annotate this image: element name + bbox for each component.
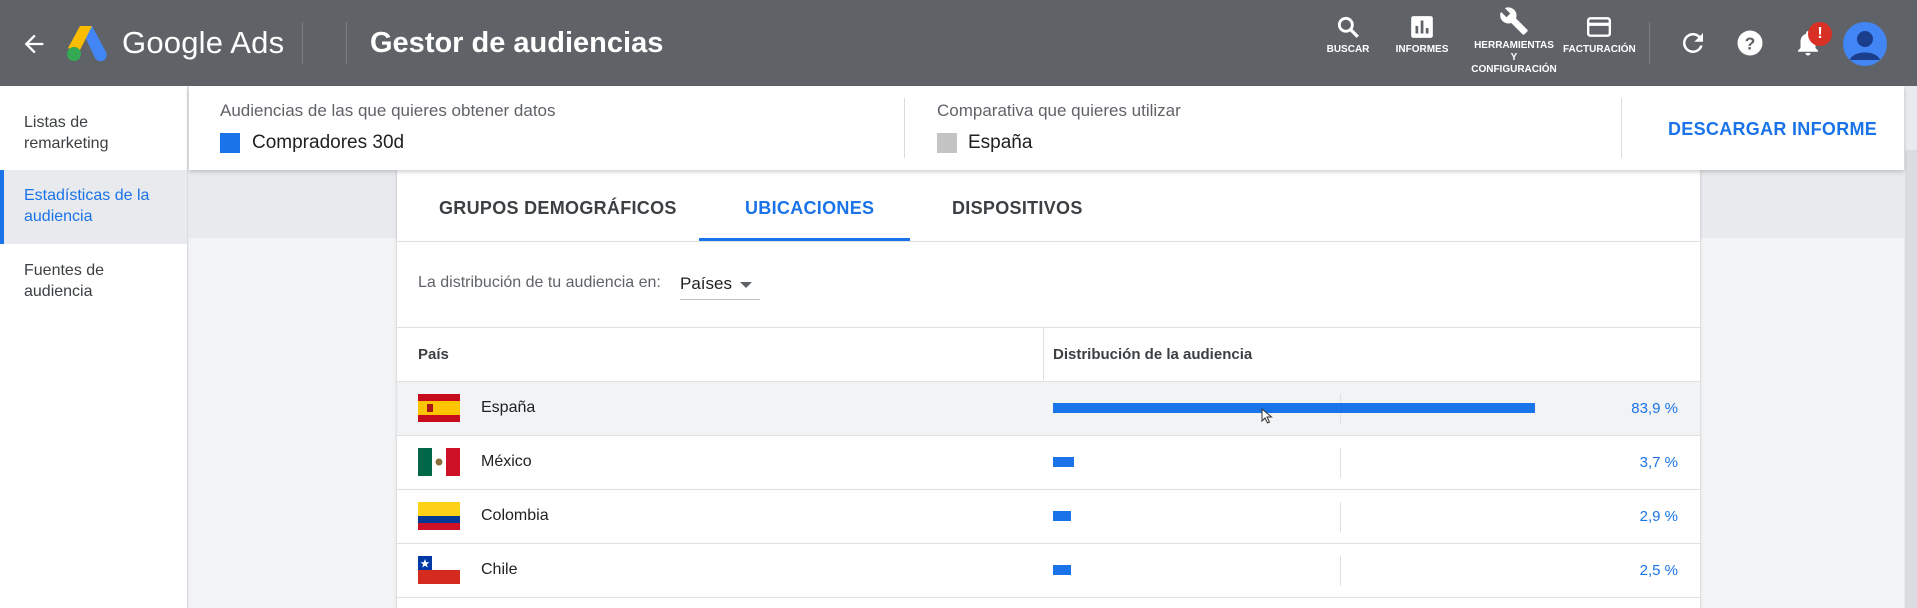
account-avatar[interactable] — [1843, 22, 1887, 66]
distribution-value: 83,9 % — [1631, 400, 1678, 417]
sidebar: Listas de remarketing Estadísticas de la… — [0, 86, 188, 608]
grid-line — [1340, 556, 1341, 586]
search-label: BUSCAR — [1326, 44, 1370, 55]
divider — [397, 241, 1700, 242]
country-name: México — [481, 453, 532, 470]
grid-line — [1340, 448, 1341, 478]
table-row[interactable]: México 3,7 % — [397, 436, 1700, 490]
scrollbar[interactable] — [1905, 150, 1917, 608]
wrench-icon — [1500, 7, 1528, 35]
svg-text:?: ? — [1745, 33, 1756, 53]
comparison-label: Comparativa que quieres utilizar — [937, 101, 1181, 120]
tab-devices[interactable]: DISPOSITIVOS — [952, 198, 1083, 219]
distribution-bar — [1053, 511, 1071, 521]
google-ads-logo-icon — [67, 26, 107, 62]
table-row[interactable]: Colombia 2,9 % — [397, 490, 1700, 544]
tab-demographics[interactable]: GRUPOS DEMOGRÁFICOS — [439, 198, 677, 219]
tab-locations[interactable]: UBICACIONES — [745, 198, 874, 219]
distribution-value: 2,5 % — [1639, 562, 1678, 579]
user-icon — [1850, 31, 1880, 60]
divider — [1649, 22, 1650, 64]
audience-selection-header: Audiencias de las que quieres obtener da… — [189, 86, 1904, 170]
mexico-flag-icon — [418, 448, 460, 476]
audience-color-swatch — [220, 133, 240, 153]
divider — [904, 98, 905, 158]
column-divider — [1043, 328, 1044, 380]
country-name: Colombia — [481, 507, 549, 524]
sidebar-item-audience-sources[interactable]: Fuentes de audiencia — [0, 260, 187, 302]
reports-button[interactable]: INFORMES — [1390, 14, 1454, 56]
distribution-selected: Países — [680, 274, 732, 293]
distribution-dropdown[interactable]: Países — [680, 266, 760, 300]
distribution-bar — [1053, 457, 1074, 467]
comparison-selector[interactable]: España — [968, 132, 1032, 154]
audience-label: Audiencias de las que quieres obtener da… — [220, 101, 556, 120]
brand-name: Google Ads — [122, 25, 285, 60]
billing-button[interactable]: FACTURACIÓN — [1563, 14, 1636, 56]
audience-selector[interactable]: Compradores 30d — [252, 132, 404, 154]
distribution-bar — [1053, 565, 1071, 575]
sidebar-item-remarketing[interactable]: Listas de remarketing — [0, 112, 187, 154]
bar-chart-icon — [1411, 16, 1433, 38]
tools-label: HERRAMIENTAS Y CONFIGURACIÓN — [1471, 40, 1557, 75]
billing-label: FACTURACIÓN — [1563, 44, 1636, 55]
spain-flag-icon — [418, 394, 460, 422]
top-bar: Google Ads Gestor de audiencias BUSCAR I… — [0, 0, 1917, 86]
distribution-bar — [1053, 403, 1535, 413]
comparison-color-swatch — [937, 133, 957, 153]
download-report-button[interactable]: DESCARGAR INFORME — [1668, 119, 1877, 140]
back-arrow-icon[interactable] — [20, 30, 48, 58]
search-icon — [1337, 16, 1359, 38]
refresh-icon[interactable] — [1678, 28, 1708, 58]
search-button[interactable]: BUSCAR — [1323, 14, 1373, 56]
caret-down-icon — [740, 282, 752, 288]
help-icon[interactable]: ? — [1735, 28, 1765, 58]
divider — [302, 22, 303, 64]
notification-badge: ! — [1808, 22, 1832, 46]
divider — [1621, 98, 1622, 158]
credit-card-icon — [1586, 17, 1612, 37]
chile-flag-icon — [418, 556, 460, 584]
sidebar-item-audience-insights[interactable]: Estadísticas de la audiencia — [0, 170, 187, 244]
mouse-cursor-icon — [1261, 408, 1273, 424]
divider — [397, 327, 1700, 328]
country-name: Chile — [481, 561, 518, 578]
column-header-distribution[interactable]: Distribución de la audiencia — [1053, 346, 1252, 363]
tools-button[interactable]: HERRAMIENTAS Y CONFIGURACIÓN — [1470, 6, 1558, 76]
page-title: Gestor de audiencias — [370, 27, 664, 59]
table-row[interactable]: Chile 2,5 % — [397, 544, 1700, 598]
divider — [346, 22, 347, 64]
insights-card: GRUPOS DEMOGRÁFICOS UBICACIONES DISPOSIT… — [397, 170, 1700, 608]
table-row[interactable]: España 83,9 % — [397, 382, 1700, 436]
distribution-label: La distribución de tu audiencia en: — [418, 274, 661, 291]
reports-label: INFORMES — [1395, 44, 1449, 55]
column-header-country[interactable]: País — [418, 346, 449, 363]
grid-line — [1340, 502, 1341, 532]
distribution-value: 2,9 % — [1639, 508, 1678, 525]
colombia-flag-icon — [418, 502, 460, 530]
distribution-value: 3,7 % — [1639, 454, 1678, 471]
country-name: España — [481, 399, 536, 416]
